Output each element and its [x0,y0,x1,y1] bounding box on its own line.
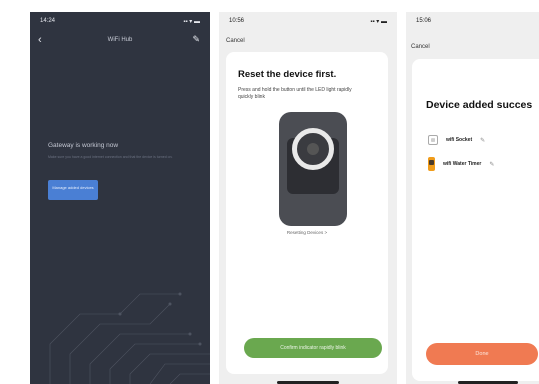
edit-icon[interactable]: ✎ [192,34,200,45]
phone-screen-gateway: 14:24 ▪▪ ▾ ▬ ‹ WiFi Hub ✎ Gateway is wor… [30,12,210,384]
socket-icon: ▯▯ [428,135,438,145]
status-bar: 10:56 ▪▪ ▾ ▬ [229,18,387,25]
phone-screen-reset: 10:56 ▪▪ ▾ ▬ Cancel Reset the device fir… [219,12,397,384]
device-button-ring [292,128,334,170]
page-title: WiFi Hub [107,37,133,43]
phone-screen-added: 15:06 Cancel Device added succes ▯▯ wifi… [406,12,539,384]
nav-bar: ‹ WiFi Hub ✎ [30,34,210,48]
status-time: 10:56 [229,18,245,24]
device-button [307,143,319,155]
added-title: Device added succes [426,99,533,111]
status-icons: ▪▪ ▾ ▬ [370,19,387,25]
device-row-socket[interactable]: ▯▯ wifi Socket ✎ [428,135,485,145]
device-name: wifi Socket [446,137,473,143]
gateway-status-subtext: Make sure you have a good internet conne… [48,155,173,159]
reset-description: Press and hold the button until the LED … [238,87,352,100]
confirm-blink-button[interactable]: Confirm indicator rapidly blink [244,338,382,358]
done-button[interactable]: Done [426,343,538,365]
rename-icon[interactable]: ✎ [489,161,494,168]
cancel-link[interactable]: Cancel [226,38,245,44]
device-illustration [279,112,347,226]
status-icons: ▪▪ ▾ ▬ [183,19,200,25]
circuit-decoration [49,292,210,384]
device-row-water-timer[interactable]: wifi Water Timer ✎ [428,157,494,171]
gateway-status-message: Gateway is working now [48,142,119,149]
rename-icon[interactable]: ✎ [480,137,485,144]
cancel-link[interactable]: Cancel [411,44,430,50]
device-name: wifi Water Timer [443,161,482,167]
manage-devices-button[interactable]: Manage added devices [48,180,98,200]
status-bar: 15:06 [416,18,539,24]
water-timer-icon [428,157,435,171]
added-card: Device added succes ▯▯ wifi Socket ✎ wif… [412,59,539,381]
status-time: 14:24 [40,18,56,24]
status-bar: 14:24 ▪▪ ▾ ▬ [40,18,200,25]
status-time: 15:06 [416,18,432,24]
reset-title: Reset the device first. [238,69,337,80]
resetting-devices-link[interactable]: Resetting Devices > [226,230,388,235]
reset-card: Reset the device first. Press and hold t… [226,52,388,374]
